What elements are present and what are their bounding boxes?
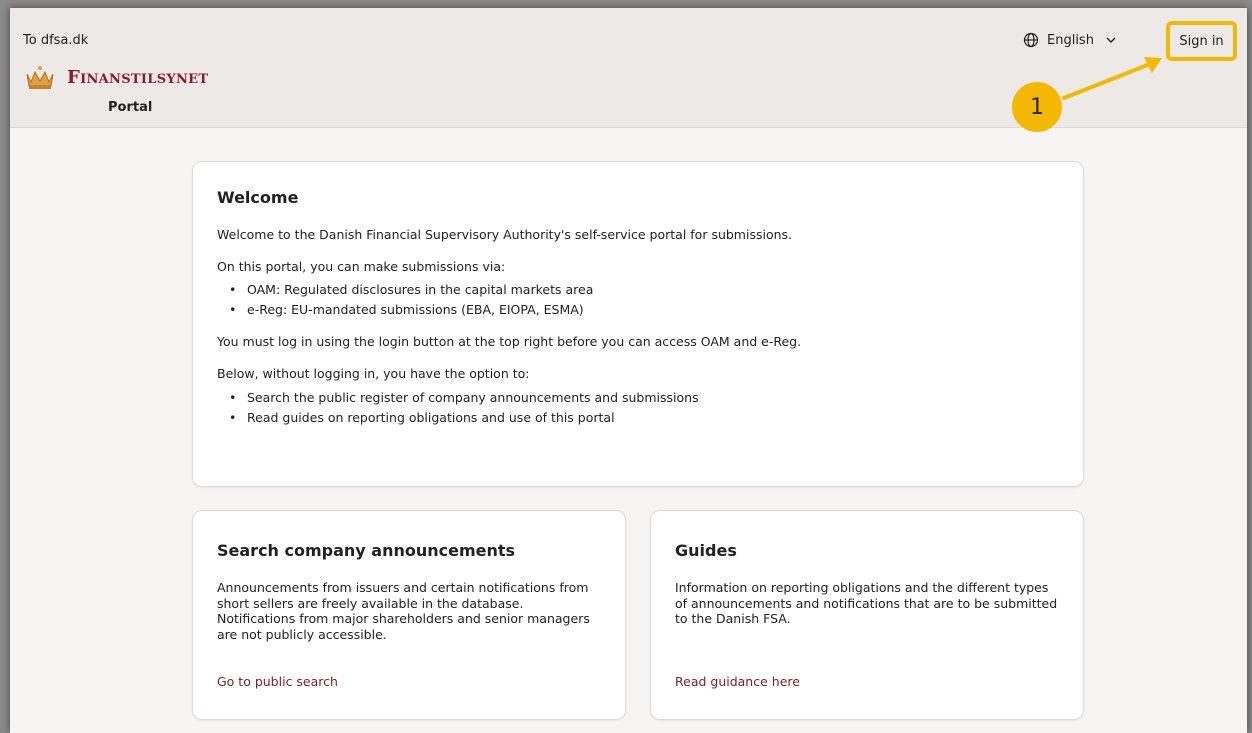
public-search-link[interactable]: Go to public search	[217, 674, 338, 689]
language-label: English	[1047, 32, 1094, 48]
browser-window: To dfsa.dk Finanstilsynet Portal English…	[10, 8, 1247, 733]
list-item: e-Reg: EU-mandated submissions (EBA, EIO…	[217, 300, 1059, 320]
crown-icon	[26, 66, 54, 89]
guides-card-body: Information on reporting obligations and…	[675, 580, 1058, 627]
guides-card: Guides Information on reporting obligati…	[650, 510, 1084, 720]
list-item: Read guides on reporting obligations and…	[217, 408, 1059, 428]
language-selector[interactable]: English	[1023, 32, 1116, 48]
welcome-intro: Welcome to the Danish Financial Supervis…	[217, 227, 793, 242]
search-card-title: Search company announcements	[217, 541, 516, 560]
list-item: Search the public register of company an…	[217, 388, 1059, 408]
login-note: You must log in using the login button a…	[217, 334, 802, 350]
site-header: To dfsa.dk Finanstilsynet Portal English…	[10, 8, 1247, 132]
submissions-intro: On this portal, you can make submissions…	[217, 258, 506, 274]
submissions-list: OAM: Regulated disclosures in the capita…	[217, 280, 1059, 320]
options-intro: Below, without logging in, you have the …	[217, 365, 530, 381]
globe-icon	[1023, 32, 1039, 48]
welcome-title: Welcome	[217, 188, 299, 207]
search-announcements-card: Search company announcements Announcemen…	[192, 510, 626, 720]
search-card-body: Announcements from issuers and certain n…	[217, 580, 590, 642]
portal-label: Portal	[108, 100, 153, 115]
logo-text: Finanstilsynet	[67, 66, 209, 88]
site-logo[interactable]: Finanstilsynet	[23, 64, 208, 90]
back-to-dfsa-link[interactable]: To dfsa.dk	[23, 33, 88, 48]
chevron-down-icon	[1106, 37, 1116, 43]
options-list: Search the public register of company an…	[217, 388, 1059, 428]
sign-in-button[interactable]: Sign in	[1179, 34, 1223, 49]
list-item: OAM: Regulated disclosures in the capita…	[217, 280, 1059, 300]
guides-card-title: Guides	[675, 541, 737, 560]
welcome-card: Welcome Welcome to the Danish Financial …	[192, 161, 1084, 487]
sign-in-highlight: Sign in	[1166, 21, 1237, 61]
annotation-arrow-icon	[1062, 57, 1162, 100]
read-guidance-link[interactable]: Read guidance here	[675, 674, 800, 689]
step-callout-badge: 1	[1012, 82, 1062, 132]
